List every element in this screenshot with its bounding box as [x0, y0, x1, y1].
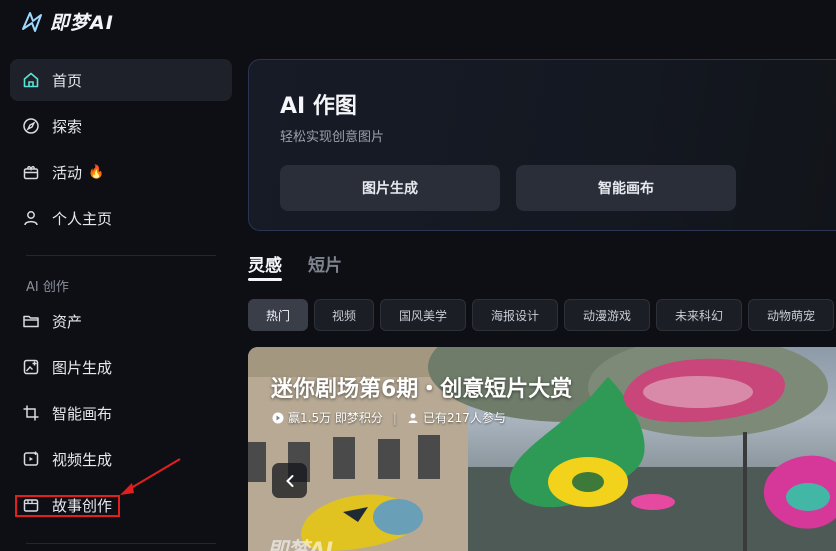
sidebar-item-home[interactable]: 首页: [10, 59, 232, 101]
featured-banner[interactable]: 迷你剧场第6期・创意短片大赏 赢1.5万 即梦积分 | 已有217人参与 即梦A…: [248, 347, 836, 551]
sidebar-item-canvas[interactable]: 智能画布: [10, 392, 232, 434]
banner-title: 迷你剧场第6期・创意短片大赏: [271, 377, 573, 402]
chip-video[interactable]: 视频: [314, 299, 374, 331]
logo-icon: [22, 12, 42, 32]
gift-icon: [22, 163, 40, 181]
smart-canvas-button[interactable]: 智能画布: [516, 165, 736, 211]
banner-meta: 赢1.5万 即梦积分 | 已有217人参与: [272, 409, 506, 426]
banner-watermark: 即梦AI: [267, 538, 334, 551]
sidebar-divider: [26, 255, 216, 256]
sidebar-item-label: 资产: [52, 312, 83, 331]
banner-prev-button[interactable]: [272, 463, 307, 498]
reward-icon: [272, 412, 284, 423]
sidebar-item-label: 探索: [52, 117, 83, 136]
user-icon: [22, 209, 40, 227]
chip-guofeng[interactable]: 国风美学: [380, 299, 466, 331]
fire-icon: 🔥: [88, 164, 105, 180]
tab-short-film[interactable]: 短片: [308, 251, 342, 276]
story-icon: [22, 496, 40, 514]
image-add-icon: [22, 358, 40, 376]
meta-separator: |: [392, 410, 397, 425]
sidebar-item-label: 故事创作: [52, 496, 113, 515]
image-generate-button[interactable]: 图片生成: [280, 165, 500, 211]
home-icon: [22, 71, 40, 89]
logo-text: 即梦AI: [50, 11, 114, 34]
banner-participants: 已有217人参与: [422, 411, 506, 425]
sidebar-item-label: 图片生成: [52, 358, 113, 377]
chip-poster[interactable]: 海报设计: [472, 299, 558, 331]
sidebar-item-image-gen[interactable]: 图片生成: [10, 346, 232, 388]
video-add-icon: [22, 450, 40, 468]
chevron-left-icon: [285, 474, 293, 487]
app-logo[interactable]: 即梦AI: [20, 8, 114, 34]
chip-hot[interactable]: 热门: [248, 299, 308, 331]
sidebar-item-label: 首页: [52, 71, 83, 90]
sidebar-item-assets[interactable]: 资产: [10, 300, 232, 342]
chip-anime-game[interactable]: 动漫游戏: [564, 299, 650, 331]
card-subtitle: 轻松实现创意图片: [280, 130, 385, 145]
sidebar-item-label: 视频生成: [52, 450, 113, 469]
crop-canvas-icon: [22, 404, 40, 422]
sidebar-item-activity[interactable]: 活动 🔥: [10, 151, 232, 193]
participants-icon: [408, 413, 418, 423]
tab-inspiration[interactable]: 灵感: [248, 251, 282, 276]
sidebar-divider: [26, 543, 216, 544]
chip-scifi[interactable]: 未来科幻: [656, 299, 742, 331]
active-tab-indicator: [248, 278, 282, 281]
folder-icon: [22, 312, 40, 330]
chip-pets[interactable]: 动物萌宠: [748, 299, 834, 331]
banner-reward: 赢1.5万 即梦积分: [288, 411, 383, 425]
card-title: AI 作图: [280, 94, 357, 119]
sidebar-item-explore[interactable]: 探索: [10, 105, 232, 147]
sidebar-item-profile[interactable]: 个人主页: [10, 197, 232, 239]
annotation-arrow-icon: [120, 458, 181, 495]
sidebar-item-label: 智能画布: [52, 404, 113, 423]
compass-icon: [22, 117, 40, 135]
sidebar-item-label: 个人主页: [52, 209, 113, 228]
ai-drawing-card: AI 作图 轻松实现创意图片 图片生成 智能画布: [248, 59, 836, 231]
section-label-ai-creation: AI 创作: [26, 280, 69, 295]
sidebar-item-label: 活动: [52, 163, 83, 182]
